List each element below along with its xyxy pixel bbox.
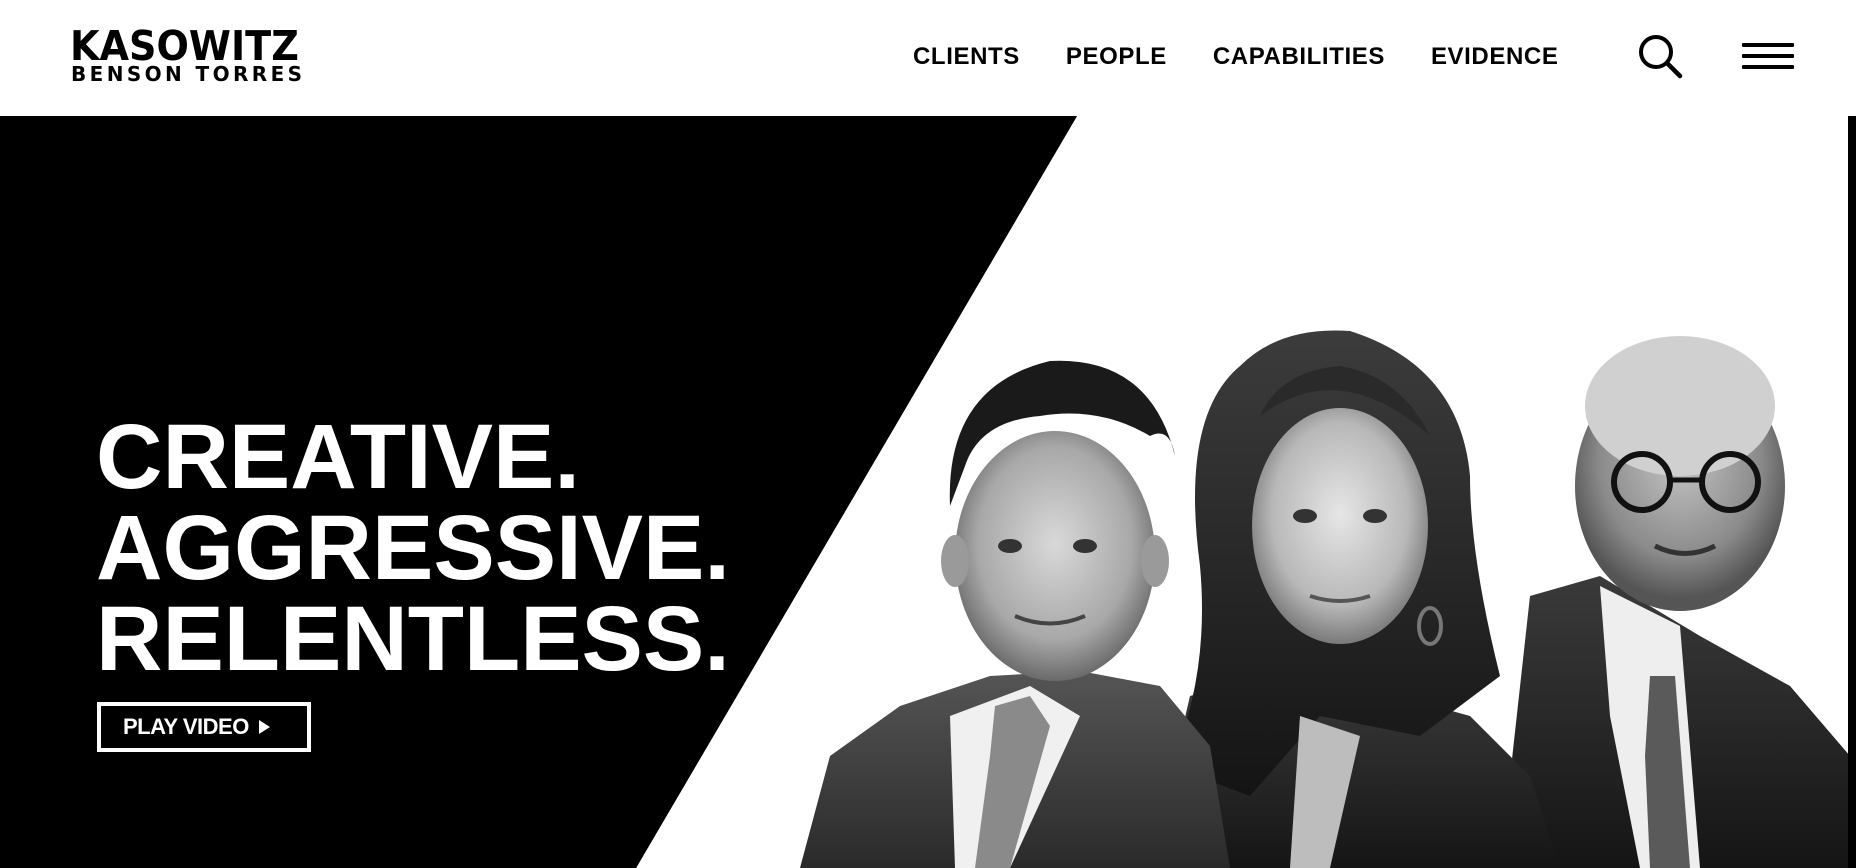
attorney-left — [800, 360, 1230, 868]
headline-line-1: CREATIVE. — [96, 406, 580, 508]
search-icon — [1639, 35, 1683, 79]
nav-item-people[interactable]: PEOPLE — [1066, 43, 1167, 71]
hero-section: CREATIVE. AGGRESSIVE. RELENTLESS. PLAY V… — [0, 116, 1856, 868]
main-nav: CLIENTS PEOPLE CAPABILITIES EVIDENCE — [913, 40, 1558, 74]
nav-item-evidence[interactable]: EVIDENCE — [1431, 43, 1559, 71]
hamburger-menu-icon-bar — [1742, 54, 1794, 58]
right-edge-bar — [1848, 116, 1856, 868]
nav-item-capabilities[interactable]: CAPABILITIES — [1213, 43, 1385, 71]
play-triangle-icon — [258, 720, 270, 734]
hamburger-menu-icon-bar — [1742, 65, 1794, 69]
hero-headline: CREATIVE. AGGRESSIVE. RELENTLESS. — [96, 406, 730, 690]
site-header: KASOWITZ BENSON TORRES CLIENTS PEOPLE CA… — [0, 0, 1856, 116]
attorney-right — [1500, 336, 1856, 868]
firm-logo[interactable]: KASOWITZ BENSON TORRES — [70, 26, 322, 88]
headline-line-2: AGGRESSIVE. — [96, 497, 730, 599]
play-video-button[interactable]: PLAY VIDEO — [97, 702, 311, 752]
nav-item-clients[interactable]: CLIENTS — [913, 43, 1020, 71]
logo-name-top: KASOWITZ — [70, 22, 299, 70]
headline-line-3: RELENTLESS. — [96, 588, 730, 690]
hamburger-menu-button[interactable] — [1742, 40, 1794, 72]
logo-name-bottom: BENSON TORRES — [71, 62, 306, 86]
search-button[interactable] — [1638, 34, 1684, 80]
play-video-label: PLAY VIDEO — [123, 714, 249, 739]
hamburger-menu-icon — [1742, 43, 1794, 47]
